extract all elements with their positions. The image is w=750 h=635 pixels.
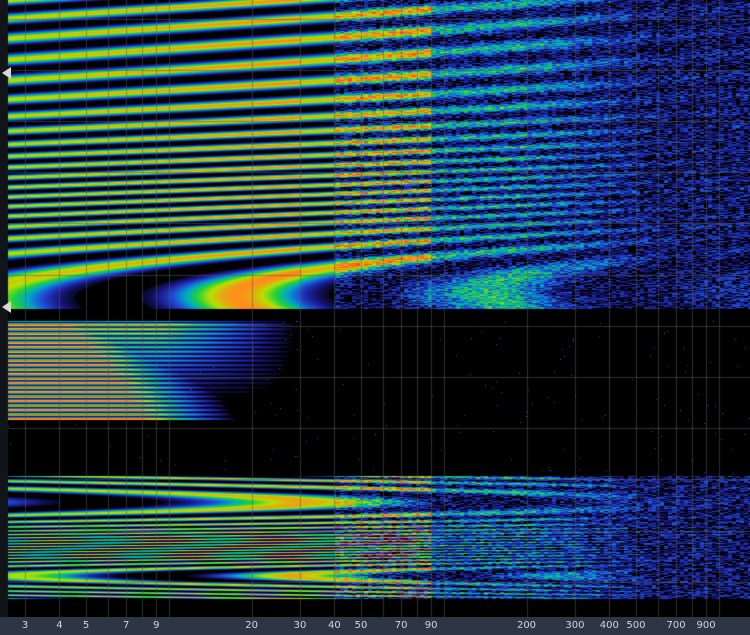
x-tick-label: 300: [565, 620, 585, 631]
x-tick-label: 70: [394, 620, 408, 631]
spectrogram-canvas[interactable]: [0, 0, 750, 635]
x-tick-label: 5: [82, 620, 90, 631]
x-tick-label: 4: [56, 620, 63, 631]
x-tick-label: 400: [599, 620, 619, 631]
x-tick-label: 9: [153, 620, 160, 631]
x-tick-label: 50: [354, 620, 368, 631]
x-tick-label: 90: [424, 620, 438, 631]
selection-start-marker[interactable]: [2, 67, 11, 79]
x-tick-label: 40: [327, 620, 341, 631]
x-tick-label: 20: [245, 620, 258, 631]
x-tick-label: 500: [626, 620, 646, 631]
x-tick-label: 30: [293, 620, 307, 631]
x-tick-label: 900: [696, 620, 716, 631]
x-tick-label: 7: [123, 620, 130, 631]
selection-end-marker[interactable]: [2, 301, 11, 313]
x-tick-label: 700: [666, 620, 686, 631]
x-tick-label: 200: [516, 620, 537, 631]
x-tick-label: 3: [21, 620, 29, 631]
